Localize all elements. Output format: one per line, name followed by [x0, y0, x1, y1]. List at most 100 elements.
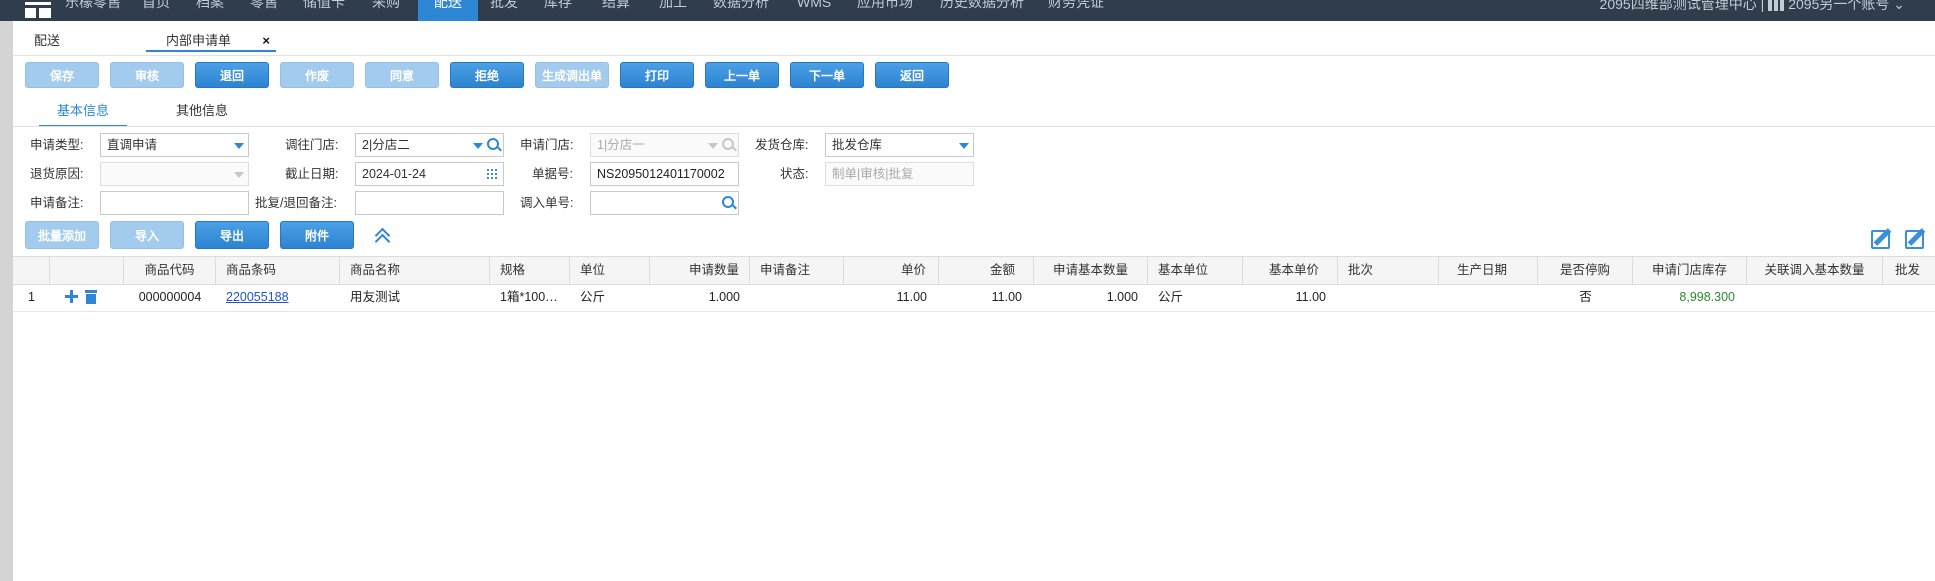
col-stop-purchase[interactable]: 是否停购: [1538, 257, 1633, 284]
import-button[interactable]: 导入: [110, 221, 184, 249]
col-qty[interactable]: 申请数量: [650, 257, 750, 284]
chevron-down-icon[interactable]: ⌄: [1893, 0, 1905, 12]
cell-note[interactable]: [750, 284, 844, 311]
tab-distribution[interactable]: 配送: [34, 30, 60, 52]
nav-item-finance-voucher[interactable]: 财务凭证: [1048, 0, 1104, 21]
col-batch[interactable]: 批次: [1338, 257, 1439, 284]
dropdown-arrow-icon: [234, 172, 244, 178]
nav-item-settlement[interactable]: 结算: [602, 0, 630, 21]
app-logo-icon[interactable]: [25, 2, 51, 18]
save-button[interactable]: 保存: [25, 62, 99, 88]
cell-spec: 1箱*100…: [500, 290, 558, 304]
apply-store-select[interactable]: 1|分店一: [590, 133, 739, 157]
col-base-unit[interactable]: 基本单位: [1148, 257, 1243, 284]
nav-item-distribution[interactable]: 配送: [418, 0, 478, 21]
nav-item-processing[interactable]: 加工: [659, 0, 687, 21]
warehouse-select[interactable]: 批发仓库: [825, 133, 974, 157]
tab-divider: [13, 55, 1935, 56]
table-row[interactable]: 1 000000004 220055188 用友测试 1箱*100… 公斤 1.…: [13, 284, 1935, 312]
apply-note-input[interactable]: [100, 191, 249, 215]
tab-internal-request[interactable]: 内部申请单 ×: [146, 30, 276, 52]
nav-item-stored-value-card[interactable]: 储值卡: [303, 0, 345, 21]
col-base-qty[interactable]: 申请基本数量: [1034, 257, 1148, 284]
col-barcode[interactable]: 商品条码: [216, 257, 340, 284]
col-wholesale[interactable]: 批发: [1883, 257, 1935, 284]
return-back-button[interactable]: 退回: [195, 62, 269, 88]
dropdown-arrow-icon[interactable]: [473, 143, 483, 149]
edit-icon[interactable]: [1870, 225, 1896, 251]
reply-note-input[interactable]: [355, 191, 504, 215]
deadline-date-field[interactable]: 2024-01-24: [355, 162, 504, 186]
cell-name: 用友测试: [350, 290, 401, 304]
search-icon: [722, 138, 734, 150]
tab-basic-info[interactable]: 基本信息: [39, 103, 128, 127]
row-index: 1: [28, 290, 35, 304]
nav-item-inventory[interactable]: 库存: [544, 0, 572, 21]
cell-stop-purchase: 否: [1579, 290, 1592, 304]
in-doc-field[interactable]: [590, 191, 739, 215]
nav-item-archive[interactable]: 档案: [196, 0, 224, 21]
col-store-stock[interactable]: 申请门店库存: [1633, 257, 1747, 284]
cell-base-qty: 1.000: [1106, 290, 1138, 304]
col-linked-qty[interactable]: 关联调入基本数量: [1747, 257, 1883, 284]
search-icon[interactable]: [487, 138, 499, 150]
edit-icon[interactable]: [1904, 225, 1930, 251]
cell-batch: [1338, 284, 1439, 311]
in-doc-label: 调入单号:: [520, 196, 574, 210]
collapse-up-icon[interactable]: [373, 227, 391, 250]
nav-item-wholesale[interactable]: 批发: [490, 0, 518, 21]
agree-button[interactable]: 同意: [365, 62, 439, 88]
col-name[interactable]: 商品名称: [340, 257, 490, 284]
delete-row-icon[interactable]: [85, 290, 97, 304]
approve-button[interactable]: 审核: [110, 62, 184, 88]
close-icon[interactable]: ×: [262, 30, 270, 52]
attachment-button[interactable]: 附件: [280, 221, 354, 249]
print-button[interactable]: 打印: [620, 62, 694, 88]
to-store-value: 2|分店二: [362, 138, 410, 152]
col-note[interactable]: 申请备注: [750, 257, 844, 284]
tab-other-info[interactable]: 其他信息: [176, 103, 228, 125]
col-prod-date[interactable]: 生产日期: [1439, 257, 1538, 284]
cell-store-stock: 8,998.300: [1679, 290, 1735, 304]
col-amount[interactable]: 金额: [939, 257, 1034, 284]
col-price[interactable]: 单价: [844, 257, 939, 284]
nav-item-app-market[interactable]: 应用市场: [857, 0, 913, 21]
nav-item-data-analysis[interactable]: 数据分析: [713, 0, 769, 21]
doc-no-field[interactable]: NS2095012401170002: [590, 162, 739, 186]
warehouse-label: 发货仓库:: [755, 138, 809, 152]
to-store-select[interactable]: 2|分店二: [355, 133, 504, 157]
apply-type-value: 直调申请: [107, 138, 158, 152]
back-button[interactable]: 返回: [875, 62, 949, 88]
generate-transfer-out-button[interactable]: 生成调出单: [535, 62, 609, 88]
calendar-icon[interactable]: [486, 168, 499, 179]
user-info[interactable]: 2095四维部测试管理中心 | 2095另一个账号 ⌄: [1600, 0, 1905, 14]
batch-add-button[interactable]: 批量添加: [25, 221, 99, 249]
export-button[interactable]: 导出: [195, 221, 269, 249]
nav-item-pos[interactable]: 零售: [250, 0, 278, 21]
dropdown-arrow-icon[interactable]: [959, 143, 969, 149]
cell-unit: 公斤: [580, 290, 606, 304]
void-button[interactable]: 作废: [280, 62, 354, 88]
nav-item-home[interactable]: 首页: [142, 0, 170, 21]
search-icon[interactable]: [722, 196, 734, 208]
col-unit[interactable]: 单位: [570, 257, 650, 284]
cell-qty[interactable]: 1.000: [650, 284, 750, 311]
prev-doc-button[interactable]: 上一单: [705, 62, 779, 88]
col-code[interactable]: 商品代码: [124, 257, 216, 284]
nav-item-history-analysis[interactable]: 历史数据分析: [940, 0, 1024, 21]
col-spec[interactable]: 规格: [490, 257, 570, 284]
nav-item-purchase[interactable]: 采购: [372, 0, 400, 21]
left-panel-edge: [0, 21, 13, 581]
nav-item-wms[interactable]: WMS: [797, 0, 831, 21]
add-row-icon[interactable]: [65, 290, 78, 303]
col-base-price[interactable]: 基本单价: [1243, 257, 1338, 284]
next-doc-button[interactable]: 下一单: [790, 62, 864, 88]
cell-barcode-link[interactable]: 220055188: [216, 284, 340, 311]
nav-item-retail[interactable]: 乐檬零售: [65, 0, 121, 21]
return-reason-select[interactable]: [100, 162, 249, 186]
dropdown-arrow-icon[interactable]: [234, 143, 244, 149]
reject-button[interactable]: 拒绝: [450, 62, 524, 88]
apply-type-select[interactable]: 直调申请: [100, 133, 249, 157]
col-ops: [50, 257, 124, 284]
apply-type-label: 申请类型:: [30, 138, 84, 152]
